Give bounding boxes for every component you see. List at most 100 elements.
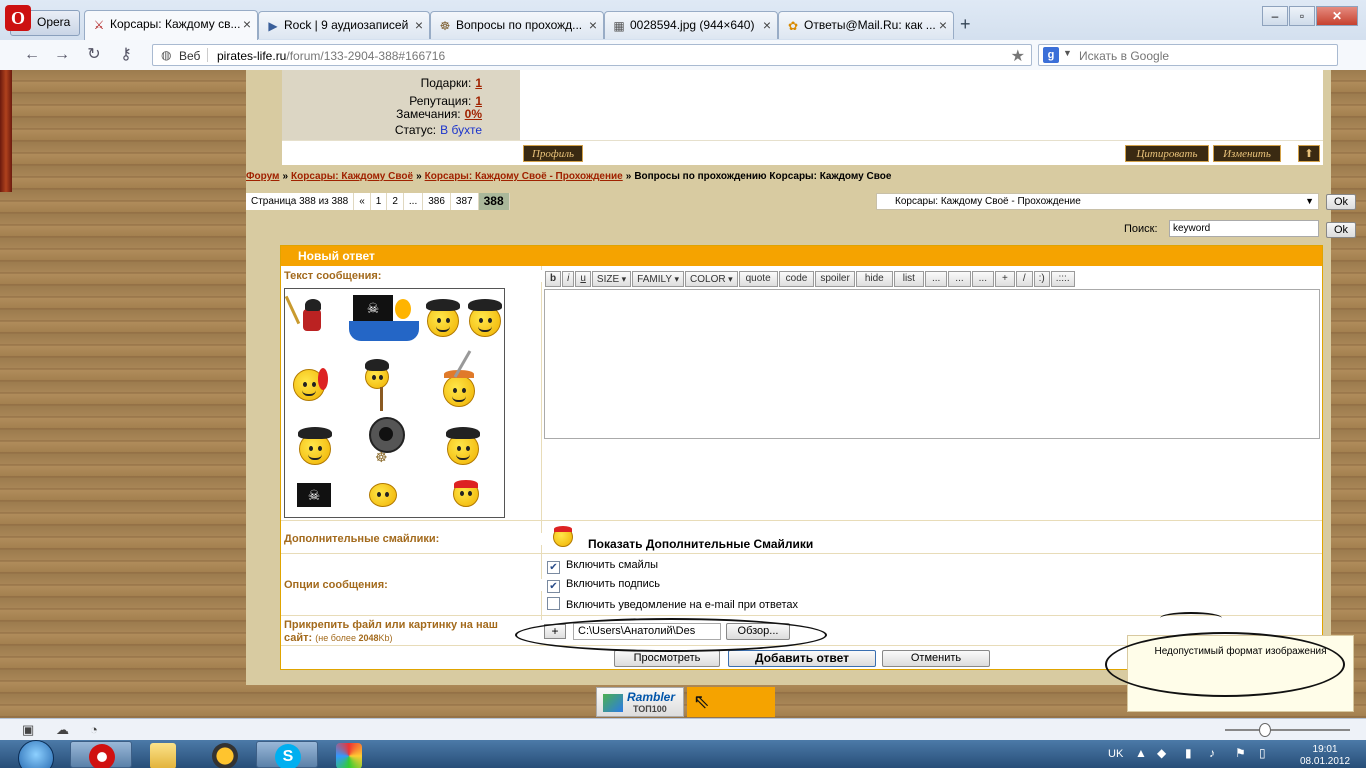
pirate-thumbs-smile[interactable]	[446, 427, 480, 465]
close-window-icon[interactable]: ✕	[1316, 6, 1358, 26]
tab-close-icon[interactable]: ×	[939, 17, 947, 33]
pager-item[interactable]: 386	[423, 193, 451, 210]
tab-close-icon[interactable]: ×	[415, 17, 423, 33]
tab-close-icon[interactable]: ×	[589, 17, 597, 33]
jolly-roger-icon[interactable]: ☠	[297, 483, 331, 507]
pirate-grin-smile[interactable]	[298, 427, 332, 465]
tab-image[interactable]: ▦ 0028594.jpg (944×640) ×	[604, 11, 778, 39]
zoom-slider-track[interactable]	[1225, 729, 1350, 731]
underline-button[interactable]: u	[575, 271, 591, 287]
opera-menu-button[interactable]: O Opera	[5, 5, 80, 36]
message-textarea[interactable]	[544, 289, 1320, 439]
speed-dial-icon[interactable]: ◔	[90, 722, 98, 737]
maximize-icon[interactable]: ▫	[1289, 6, 1315, 26]
code-tag-button[interactable]: code	[778, 271, 815, 287]
pirate-sabre-smile[interactable]	[443, 370, 475, 407]
tab-korsary[interactable]: ⚔ Корсары: Каждому св... ×	[84, 10, 258, 40]
search-box[interactable]: g ▼	[1038, 44, 1338, 66]
pirate-parrot-smile[interactable]	[293, 368, 328, 401]
slash-tag-button[interactable]: /	[1015, 271, 1033, 287]
breadcrumb-forum[interactable]: Форум	[246, 171, 279, 182]
reload-icon[interactable]: ↻	[84, 45, 104, 65]
quote-tag-button[interactable]: quote	[738, 271, 778, 287]
color-select[interactable]: COLOR	[685, 271, 738, 287]
back-icon[interactable]: ←	[22, 45, 42, 65]
cloud-icon[interactable]: ☁	[56, 722, 69, 738]
taskbar-aimp[interactable]	[194, 741, 256, 768]
language-indicator[interactable]: UK	[1108, 748, 1123, 760]
list-tag-button[interactable]: list	[893, 271, 924, 287]
minimize-icon[interactable]: –	[1262, 6, 1288, 26]
tag-button[interactable]: ...	[924, 271, 948, 287]
pirate-cane-smile[interactable]	[365, 359, 389, 389]
reputation-link[interactable]: 1	[475, 94, 482, 108]
rambler-top100-counter[interactable]: Rambler ТОП100	[596, 687, 684, 717]
pager-item[interactable]: 1	[371, 193, 388, 210]
tag-button[interactable]: ...	[948, 271, 971, 287]
volume-icon[interactable]: ♪	[1209, 746, 1215, 760]
show-extra-smiles-link[interactable]: Показать Дополнительные Смайлики	[588, 537, 813, 551]
forum-search-input[interactable]: keyword	[1169, 220, 1319, 237]
taskbar-paint[interactable]	[318, 741, 380, 768]
bookmark-star-icon[interactable]: ★	[1011, 46, 1025, 66]
panel-toggle-icon[interactable]: ▣	[22, 722, 34, 738]
hide-tag-button[interactable]: hide	[855, 271, 893, 287]
zoom-slider-thumb[interactable]	[1259, 723, 1271, 737]
forum-jump-select[interactable]: Корсары: Каждому Своё - Прохождение ▼	[876, 193, 1319, 210]
breadcrumb-subforum[interactable]: Корсары: Каждому Своё - Прохождение	[425, 171, 623, 182]
forward-icon[interactable]: →	[52, 45, 72, 65]
smiles-checkbox[interactable]: ✔	[547, 561, 560, 574]
key-icon[interactable]: ⚷	[114, 45, 138, 65]
quote-button[interactable]: Цитировать	[1125, 145, 1209, 162]
bold-button[interactable]: b	[545, 271, 562, 287]
warnings-link[interactable]: 0%	[465, 107, 482, 121]
cannon-smile[interactable]	[369, 417, 405, 453]
tray-arrow-icon[interactable]: ▲	[1135, 746, 1147, 760]
power-icon[interactable]: ▯	[1259, 746, 1266, 760]
chevron-down-icon[interactable]: ▼	[1063, 48, 1072, 58]
start-button[interactable]	[10, 740, 60, 768]
address-bar[interactable]: ◍ Веб pirates-life.ru/forum/133-2904-388…	[152, 44, 1032, 66]
pager-item[interactable]: «	[354, 193, 371, 210]
gifts-link[interactable]: 1	[475, 76, 482, 90]
family-select[interactable]: FAMILY	[632, 271, 685, 287]
address-url[interactable]: pirates-life.ru/forum/133-2904-388#16671…	[217, 49, 445, 63]
tab-mailru[interactable]: ✿ Ответы@Mail.Ru: как ... ×	[778, 11, 954, 39]
tag-button[interactable]: ...	[971, 271, 994, 287]
italic-button[interactable]: i	[562, 271, 575, 287]
size-select[interactable]: SIZE	[591, 271, 632, 287]
extra-smiles-icon[interactable]	[545, 526, 581, 547]
new-tab-button[interactable]: +	[960, 14, 971, 35]
flag-icon[interactable]: ⚑	[1235, 746, 1246, 760]
search-input[interactable]	[1077, 47, 1331, 65]
network-icon[interactable]: ▮	[1185, 746, 1192, 760]
pirate-beer-smile[interactable]	[426, 299, 460, 337]
scroll-up-button[interactable]: ⬆	[1298, 145, 1320, 162]
profile-button[interactable]: Профиль	[523, 145, 583, 162]
preview-button[interactable]: Просмотреть	[614, 650, 720, 667]
tab-close-icon[interactable]: ×	[243, 16, 251, 32]
taskbar-skype[interactable]: S	[256, 741, 318, 768]
edit-button[interactable]: Изменить	[1213, 145, 1281, 162]
submit-reply-button[interactable]: Добавить ответ	[728, 650, 876, 667]
google-icon[interactable]: g	[1043, 47, 1059, 63]
email-notify-checkbox[interactable]	[547, 597, 560, 610]
plus-tag-button[interactable]: +	[994, 271, 1015, 287]
forum-search-ok-button[interactable]: Ok	[1326, 222, 1356, 238]
tab-close-icon[interactable]: ×	[763, 17, 771, 33]
forum-jump-ok-button[interactable]: Ok	[1326, 194, 1356, 210]
thumbs-up-smile[interactable]	[369, 483, 397, 507]
breadcrumb-category[interactable]: Корсары: Каждому Своё	[291, 171, 413, 182]
cancel-button[interactable]: Отменить	[882, 650, 990, 667]
spoiler-tag-button[interactable]: spoiler	[815, 271, 855, 287]
taskbar-explorer[interactable]	[132, 741, 194, 768]
counter-banner[interactable]: ⇖	[687, 687, 775, 717]
taskbar-clock[interactable]: 19:01 08.01.2012	[1300, 744, 1350, 768]
taskbar-opera[interactable]	[70, 741, 132, 768]
smile-tag-button[interactable]: :)	[1033, 271, 1050, 287]
pirate-ship-smile[interactable]: ☠	[345, 295, 421, 343]
dots-tag-button[interactable]: .:::.	[1050, 271, 1075, 287]
tab-rock[interactable]: ▶ Rock | 9 аудиозаписей ×	[258, 11, 430, 39]
pirate-beer-smile[interactable]	[468, 299, 502, 337]
pirate-bandana-smile[interactable]	[453, 480, 479, 507]
